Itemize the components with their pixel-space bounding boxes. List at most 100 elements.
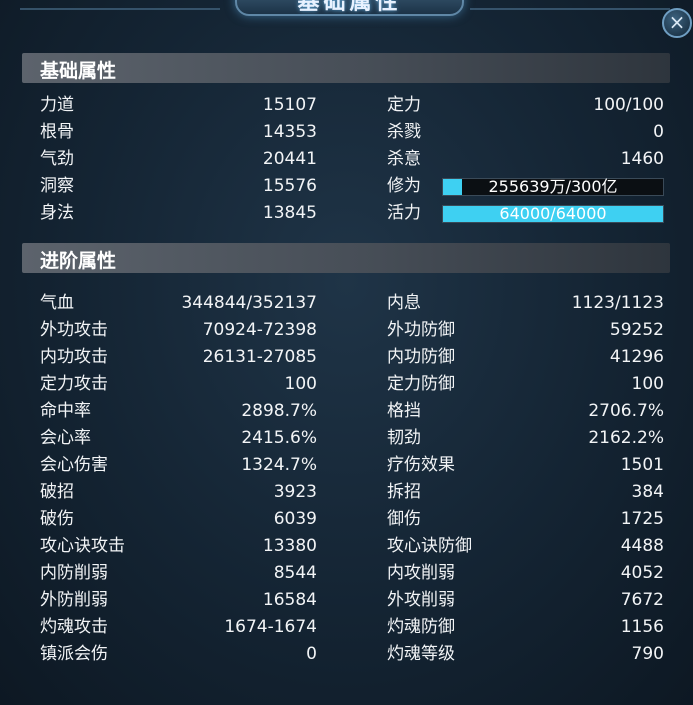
stat-label: 灼魂防御 — [387, 617, 455, 637]
stat-row: 拆招 384 — [387, 479, 664, 506]
stat-row: 外防削弱 16584 — [40, 587, 317, 614]
basic-attributes-header: 基础属性 — [22, 53, 670, 83]
stat-row: 内功防御 41296 — [387, 344, 664, 371]
stat-row: 攻心诀防御 4488 — [387, 533, 664, 560]
stat-label: 格挡 — [387, 401, 421, 421]
stat-label: 会心率 — [40, 428, 91, 448]
stat-label: 根骨 — [40, 122, 74, 142]
stat-label: 破伤 — [40, 509, 74, 529]
stat-label: 内息 — [387, 293, 421, 313]
stat-label: 气劲 — [40, 149, 74, 169]
stat-value: 20441 — [262, 149, 317, 169]
stat-row: 镇派会伤 0 — [40, 641, 317, 668]
stat-label: 内功防御 — [387, 347, 455, 367]
stat-row: 外功防御 59252 — [387, 317, 664, 344]
stat-label: 定力防御 — [387, 374, 455, 394]
stat-value: 16584 — [262, 590, 317, 610]
stat-value: 59252 — [609, 320, 664, 340]
stat-row: 气血 344844/352137 — [40, 290, 317, 317]
stat-value: 790 — [631, 644, 664, 664]
stat-label: 定力攻击 — [40, 374, 108, 394]
huoli-progress-bar: 64000/64000 — [442, 204, 664, 223]
stat-label: 定力 — [387, 95, 421, 115]
stat-row: 定力 100/100 — [387, 92, 664, 119]
stat-value: 13380 — [262, 536, 317, 556]
stat-label: 修为 — [387, 176, 421, 196]
stat-value: 2162.2% — [588, 428, 664, 448]
stat-value: 1324.7% — [241, 455, 317, 475]
stat-row: 攻心诀攻击 13380 — [40, 533, 317, 560]
title-ornament-right — [470, 0, 670, 10]
stat-value: 3923 — [273, 482, 317, 502]
stat-row: 身法 13845 — [40, 200, 317, 227]
stat-row: 杀戮 0 — [387, 119, 664, 146]
stat-label: 气血 — [40, 293, 74, 313]
stat-row: 御伤 1725 — [387, 506, 664, 533]
stat-value: 2898.7% — [241, 401, 317, 421]
stat-row: 定力防御 100 — [387, 371, 664, 398]
stat-label: 攻心诀攻击 — [40, 536, 125, 556]
stat-label: 内防削弱 — [40, 563, 108, 583]
stat-label: 内攻削弱 — [387, 563, 455, 583]
stat-row-huoli: 活力 — [387, 200, 447, 227]
stat-row: 命中率 2898.7% — [40, 398, 317, 425]
advanced-attributes-header: 进阶属性 — [22, 243, 670, 273]
stat-label: 灼魂等级 — [387, 644, 455, 664]
stat-label: 外功防御 — [387, 320, 455, 340]
xiuwei-progress-bar: 255639万/300亿 — [442, 177, 664, 196]
stat-value: 1156 — [620, 617, 664, 637]
stat-label: 镇派会伤 — [40, 644, 108, 664]
window-title-banner: 基础属性 — [235, 0, 464, 16]
stat-value: 41296 — [609, 347, 664, 367]
stat-value: 26131-27085 — [202, 347, 317, 367]
stat-row: 气劲 20441 — [40, 146, 317, 173]
stat-label: 杀戮 — [387, 122, 421, 142]
stat-label: 灼魂攻击 — [40, 617, 108, 637]
stat-label: 疗伤效果 — [387, 455, 455, 475]
stat-row: 灼魂攻击 1674-1674 — [40, 614, 317, 641]
stat-label: 内功攻击 — [40, 347, 108, 367]
stat-value: 4488 — [620, 536, 664, 556]
stat-value: 2415.6% — [241, 428, 317, 448]
stat-row: 韧劲 2162.2% — [387, 425, 664, 452]
stat-value: 384 — [631, 482, 664, 502]
stat-label: 破招 — [40, 482, 74, 502]
stat-label: 韧劲 — [387, 428, 421, 448]
stat-label: 外攻削弱 — [387, 590, 455, 610]
huoli-progress-text: 64000/64000 — [499, 204, 607, 223]
stat-value: 100 — [284, 374, 317, 394]
stat-value: 15107 — [262, 95, 317, 115]
stat-row: 破伤 6039 — [40, 506, 317, 533]
stat-value: 100/100 — [593, 95, 664, 115]
stat-value: 13845 — [262, 203, 317, 223]
window-title: 基础属性 — [297, 0, 402, 15]
stat-value: 1674-1674 — [224, 617, 317, 637]
xiuwei-progress-text: 255639万/300亿 — [488, 177, 618, 196]
stat-row: 内攻削弱 4052 — [387, 560, 664, 587]
stat-value: 7672 — [620, 590, 664, 610]
stat-value: 14353 — [262, 122, 317, 142]
stat-label: 活力 — [387, 203, 421, 223]
stat-row: 内防削弱 8544 — [40, 560, 317, 587]
stat-value: 70924-72398 — [202, 320, 317, 340]
stat-label: 外功攻击 — [40, 320, 108, 340]
stat-row: 力道 15107 — [40, 92, 317, 119]
stat-label: 外防削弱 — [40, 590, 108, 610]
stat-label: 拆招 — [387, 482, 421, 502]
stat-label: 杀意 — [387, 149, 421, 169]
stat-label: 洞察 — [40, 176, 74, 196]
stat-value: 1123/1123 — [571, 293, 664, 313]
title-ornament-left — [20, 0, 220, 10]
stat-row: 洞察 15576 — [40, 173, 317, 200]
stat-row: 格挡 2706.7% — [387, 398, 664, 425]
stat-value: 0 — [306, 644, 317, 664]
stat-row: 会心率 2415.6% — [40, 425, 317, 452]
stat-row: 内功攻击 26131-27085 — [40, 344, 317, 371]
stat-label: 攻心诀防御 — [387, 536, 472, 556]
advanced-attributes-title: 进阶属性 — [40, 250, 117, 272]
stat-row: 外攻削弱 7672 — [387, 587, 664, 614]
stat-label: 力道 — [40, 95, 74, 115]
stat-row: 会心伤害 1324.7% — [40, 452, 317, 479]
close-icon[interactable]: × — [662, 8, 692, 38]
stat-row: 疗伤效果 1501 — [387, 452, 664, 479]
